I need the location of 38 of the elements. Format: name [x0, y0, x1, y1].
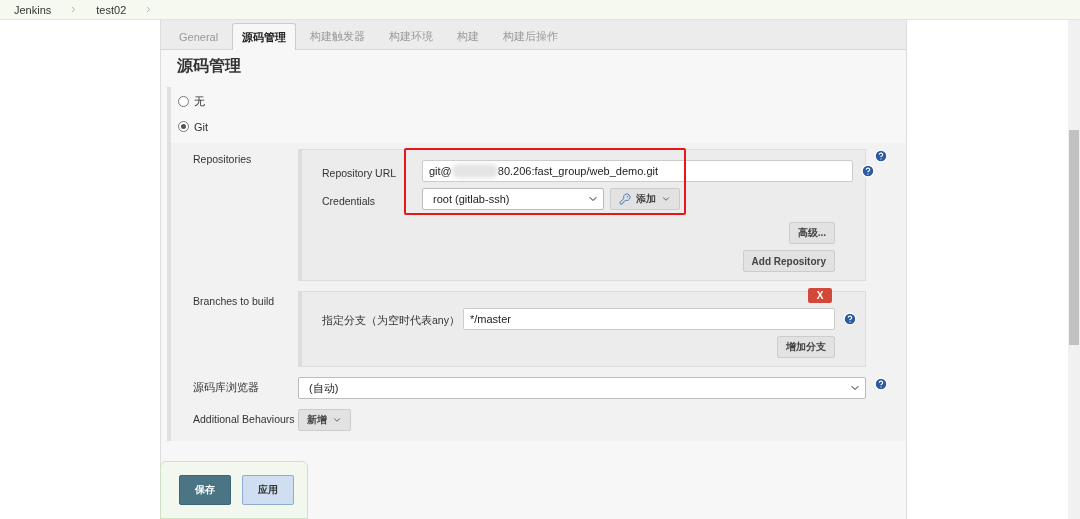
save-button[interactable]: 保存 — [179, 475, 231, 505]
field-label: 源码库浏览器 — [193, 380, 260, 395]
radio-label: 无 — [194, 94, 205, 109]
field-label: Branches to build — [193, 294, 276, 307]
field-label: Credentials — [322, 194, 377, 207]
breadcrumb-link[interactable]: Jenkins — [14, 3, 52, 16]
help-icon[interactable] — [874, 149, 888, 163]
url-text: git@ — [429, 165, 452, 177]
add-button[interactable]: 添加 — [610, 188, 680, 210]
advanced-button[interactable]: 高级... — [788, 222, 835, 244]
url-text: 80.206:fast_group/web_demo.git — [497, 165, 659, 177]
field-label: Additional Behaviours — [193, 412, 296, 425]
add-behaviour-button[interactable]: 新增 — [298, 409, 351, 431]
caret-icon — [661, 194, 671, 204]
credentials-select[interactable]: root (gitlab-ssh) — [422, 188, 604, 210]
key-icon — [619, 193, 631, 205]
add-repository-button[interactable]: Add Repository — [742, 250, 835, 272]
input-field[interactable]: */master — [463, 308, 835, 330]
caret-icon — [332, 415, 342, 425]
delete-button[interactable]: X — [808, 288, 832, 303]
tab[interactable]: 源码管理 — [232, 23, 297, 50]
breadcrumb-link[interactable]: test02 — [96, 3, 127, 16]
field-label: Repository URL — [322, 166, 398, 179]
field-label: Repositories — [193, 152, 253, 165]
help-icon[interactable] — [874, 377, 888, 391]
radio-label: Git — [194, 120, 209, 133]
scrollbar[interactable] — [1068, 20, 1080, 519]
apply-button[interactable]: 应用 — [242, 475, 294, 505]
field-label: 指定分支（为空时代表any） — [322, 313, 461, 328]
input-field[interactable]: git@ 80.206:fast_group/web_demo.git — [422, 160, 853, 182]
blurred-patch — [451, 164, 498, 178]
help-icon[interactable] — [843, 312, 857, 326]
help-icon[interactable] — [861, 164, 875, 178]
section-heading: 源码管理 — [177, 56, 242, 76]
radio-button[interactable] — [178, 96, 189, 107]
add-branch-button[interactable]: 增加分支 — [777, 336, 835, 358]
browser-select[interactable]: (自动) — [298, 377, 866, 399]
radio-button[interactable] — [178, 121, 189, 132]
